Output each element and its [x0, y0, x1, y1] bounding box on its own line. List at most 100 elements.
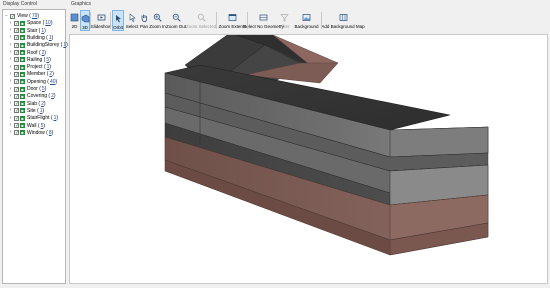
select-no-geometry-button[interactable]: Select No Geometry: [243, 10, 284, 31]
toolbar-button-label: Zoom Extents: [218, 24, 247, 29]
visibility-checkbox[interactable]: ✓: [14, 115, 19, 121]
visibility-checkbox[interactable]: ✓: [14, 64, 19, 70]
visibility-checkbox[interactable]: ✓: [14, 50, 19, 56]
graphics-viewport[interactable]: [69, 32, 548, 284]
toolbar-button-label: Orbit: [113, 25, 123, 30]
element-type-icon: ■: [20, 86, 25, 92]
tree-item-label: Project: [27, 64, 43, 71]
expand-icon[interactable]: ›: [8, 108, 13, 113]
toolbar-button-label: Background: [294, 24, 319, 29]
count-paren-close: ): [37, 13, 40, 19]
zoom-in-icon: [152, 12, 163, 23]
expand-icon[interactable]: ›: [8, 57, 13, 62]
expand-icon[interactable]: ›: [8, 123, 13, 128]
zoom-selected-button[interactable]: Zoom Selected: [185, 10, 217, 31]
expand-icon[interactable]: ›: [8, 115, 13, 121]
toolbar-button-label: Filter: [279, 24, 290, 29]
count-paren-open: (: [35, 107, 39, 114]
element-type-icon: ■: [20, 64, 25, 70]
expand-icon[interactable]: ›: [8, 42, 13, 48]
visibility-checkbox[interactable]: ✓: [14, 71, 19, 77]
tree-item-window[interactable]: › ✓ ■ Window (8): [8, 129, 54, 137]
visibility-checkbox[interactable]: ✓: [14, 101, 19, 107]
expand-icon[interactable]: ›: [8, 28, 13, 33]
visibility-checkbox[interactable]: ✓: [14, 20, 19, 26]
count-paren-open: (: [44, 34, 48, 41]
expand-icon[interactable]: ›: [8, 86, 13, 92]
pan-button[interactable]: Pan: [139, 10, 149, 31]
visibility-checkbox[interactable]: ✓: [14, 79, 19, 85]
select-button[interactable]: Select: [126, 10, 138, 31]
element-type-icon: ■: [20, 130, 25, 136]
tree-item-label: Covering: [27, 93, 48, 100]
visibility-checkbox[interactable]: ✓: [14, 130, 19, 136]
count-paren-open: (: [42, 64, 46, 71]
zoom-selected-icon: [196, 12, 207, 23]
count-paren-close: ): [55, 78, 58, 85]
expand-icon[interactable]: ›: [8, 93, 13, 99]
count-paren-close: ): [42, 107, 45, 114]
expand-icon[interactable]: ›: [8, 79, 13, 84]
count-paren-close: ): [49, 56, 51, 63]
zoom-in-button[interactable]: Zoom In: [149, 10, 166, 31]
expand-icon[interactable]: ›: [8, 20, 13, 26]
visibility-checkbox[interactable]: ✓: [14, 123, 19, 129]
count-paren-open: (: [37, 27, 41, 34]
count-paren-open: (: [37, 49, 41, 56]
visibility-checkbox[interactable]: ✓: [14, 86, 19, 92]
2d-button[interactable]: 2D: [70, 10, 79, 31]
count-paren-open: (: [44, 129, 48, 136]
tree-item-label: BuildingStorey: [27, 42, 60, 49]
toolbar-button-label: Add Background Map: [321, 24, 365, 29]
orbit-icon: [113, 13, 124, 24]
tree-item-label: View: [17, 13, 28, 19]
toolbar-button-label: 2D: [71, 24, 78, 29]
expand-icon[interactable]: ›: [8, 64, 13, 70]
visibility-checkbox[interactable]: ✓: [14, 28, 19, 34]
filter-button[interactable]: Filter: [279, 10, 290, 31]
expand-icon[interactable]: ›: [8, 71, 13, 77]
collapse-icon[interactable]: −: [4, 13, 9, 19]
toolbar-button-label: Zoom In: [149, 24, 166, 29]
zoom-out-button[interactable]: Zoom Out: [166, 10, 186, 31]
building-3d-model[interactable]: [70, 32, 547, 283]
visibility-checkbox[interactable]: ✓: [10, 13, 15, 19]
display-control-tree[interactable]: − ✓ View (79) › ✓ ■ Space (10) › ✓ ■ Stair (1) › ✓ ■ B…: [2, 9, 68, 284]
tree-item-label: Space: [27, 20, 42, 27]
count-paren-close: ): [56, 115, 59, 122]
element-type-icon: ■: [20, 123, 25, 128]
visibility-checkbox[interactable]: ✓: [14, 57, 19, 63]
slideshow-icon: [96, 12, 107, 23]
3d-button[interactable]: 3D: [80, 10, 90, 31]
toolbar-button-label: Select No Geometry: [243, 24, 284, 29]
expand-icon[interactable]: ›: [8, 50, 13, 55]
visibility-checkbox[interactable]: ✓: [14, 93, 19, 99]
visibility-checkbox[interactable]: ✓: [14, 108, 19, 114]
add-background-map-button[interactable]: Add Background Map: [321, 10, 365, 31]
background-button[interactable]: Background: [292, 10, 321, 31]
element-type-icon: ■: [20, 42, 25, 48]
expand-icon[interactable]: ›: [8, 101, 13, 106]
count-paren-open: (: [37, 100, 41, 107]
count-paren-close: ): [53, 93, 56, 100]
count-paren-close: ): [51, 129, 54, 136]
filter-icon: [279, 12, 290, 23]
expand-icon[interactable]: ›: [8, 35, 13, 40]
visibility-checkbox[interactable]: ✓: [14, 35, 19, 41]
expand-icon[interactable]: ›: [8, 130, 13, 135]
tree-item-label: Stair: [27, 27, 38, 34]
visibility-checkbox[interactable]: ✓: [14, 42, 19, 48]
count-paren-close: ): [66, 42, 68, 49]
orbit-button[interactable]: Orbit: [112, 10, 124, 31]
tree-item-label: Wall: [27, 122, 37, 129]
toolbar-button-label: Zoom Selected: [185, 24, 217, 29]
select-no-geometry-icon: [258, 12, 269, 23]
tree-item-label: Railing: [27, 56, 43, 63]
tree-item-label: Window: [27, 129, 45, 136]
slideshow-button[interactable]: Slideshow: [91, 10, 111, 31]
element-type-icon: ■: [20, 79, 25, 85]
toolbar-separator: [247, 12, 248, 29]
tree-item-label: Slab: [27, 100, 38, 107]
add-background-map-icon: [338, 12, 349, 23]
3d-view-icon: [80, 13, 91, 24]
